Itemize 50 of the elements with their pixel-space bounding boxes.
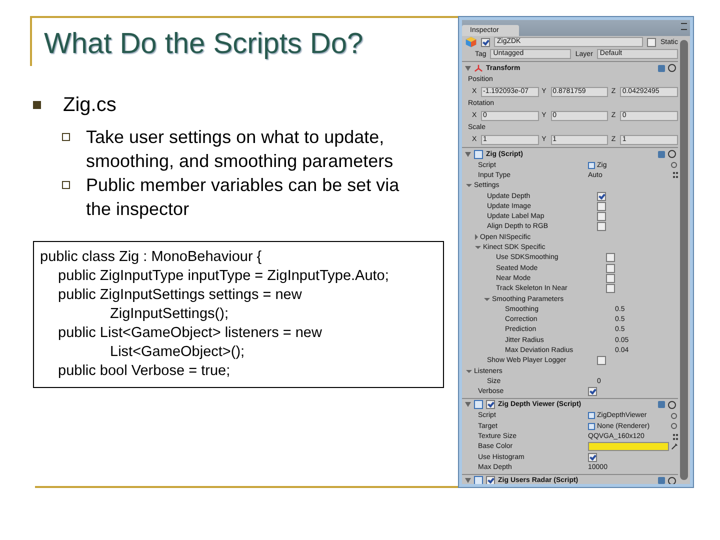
foldout-arrow-icon[interactable] (466, 370, 472, 373)
color-swatch[interactable] (588, 442, 669, 452)
checkbox[interactable] (597, 192, 606, 201)
checkbox[interactable] (588, 387, 597, 396)
settings-icon[interactable] (668, 400, 676, 409)
object-picker-icon[interactable] (671, 162, 677, 168)
checkbox[interactable] (597, 212, 606, 222)
hollow-square-bullet-icon (62, 133, 70, 141)
settings-icon[interactable] (668, 150, 676, 158)
code-line: public ZigInputType inputType = ZigInputType.Auto; (57, 267, 390, 286)
checkbox[interactable] (606, 274, 615, 283)
code-line: ZigInputSettings(); (109, 305, 230, 324)
eyedropper-icon[interactable] (671, 443, 678, 450)
settings-icon[interactable] (668, 476, 676, 484)
foldout-arrow-icon[interactable] (475, 234, 478, 240)
settings-icon[interactable] (668, 64, 676, 72)
script-icon (588, 162, 595, 169)
menu-icon[interactable] (681, 23, 687, 30)
script-icon (474, 150, 483, 158)
enabled-checkbox[interactable] (486, 400, 495, 410)
foldout-arrow-icon[interactable] (484, 298, 490, 300)
foldout-arrow-icon[interactable] (475, 246, 481, 250)
foldout-arrow-icon[interactable] (465, 66, 471, 70)
static-checkbox[interactable] (647, 38, 656, 46)
checkbox[interactable] (606, 264, 615, 273)
checkbox[interactable] (597, 202, 606, 211)
active-checkbox[interactable] (481, 38, 490, 46)
bullet-text: Zig.cs (63, 93, 116, 117)
checkbox[interactable] (588, 452, 597, 462)
checkbox[interactable] (606, 284, 615, 294)
checkbox[interactable] (597, 222, 606, 232)
checkbox[interactable] (597, 356, 606, 366)
code-line: public List<GameObject> listeners = new (57, 324, 323, 343)
code-line: public ZigInputSettings settings = new (57, 286, 303, 305)
foldout-arrow-icon[interactable] (466, 184, 472, 188)
bullet-text: Take user settings on what to update, smoothing, and smoothing parameters (86, 126, 394, 173)
enabled-checkbox[interactable] (486, 476, 495, 484)
code-line: public bool Verbose = true; (57, 362, 232, 381)
axes-icon (474, 64, 483, 72)
checkbox[interactable] (606, 253, 615, 262)
code-line: List<GameObject>(); (109, 343, 246, 362)
hollow-square-bullet-icon (62, 181, 70, 189)
scrollbar[interactable] (680, 40, 688, 480)
cube-icon (465, 36, 477, 48)
script-icon (474, 400, 483, 410)
slide-title: What Do the Scripts Do? (30, 16, 458, 66)
bullet-text: Public member variables can be set via the inspector (86, 174, 400, 221)
square-bullet-icon (33, 101, 41, 109)
code-line: public class Zig : MonoBehaviour { (40, 248, 263, 267)
script-icon (474, 476, 483, 484)
